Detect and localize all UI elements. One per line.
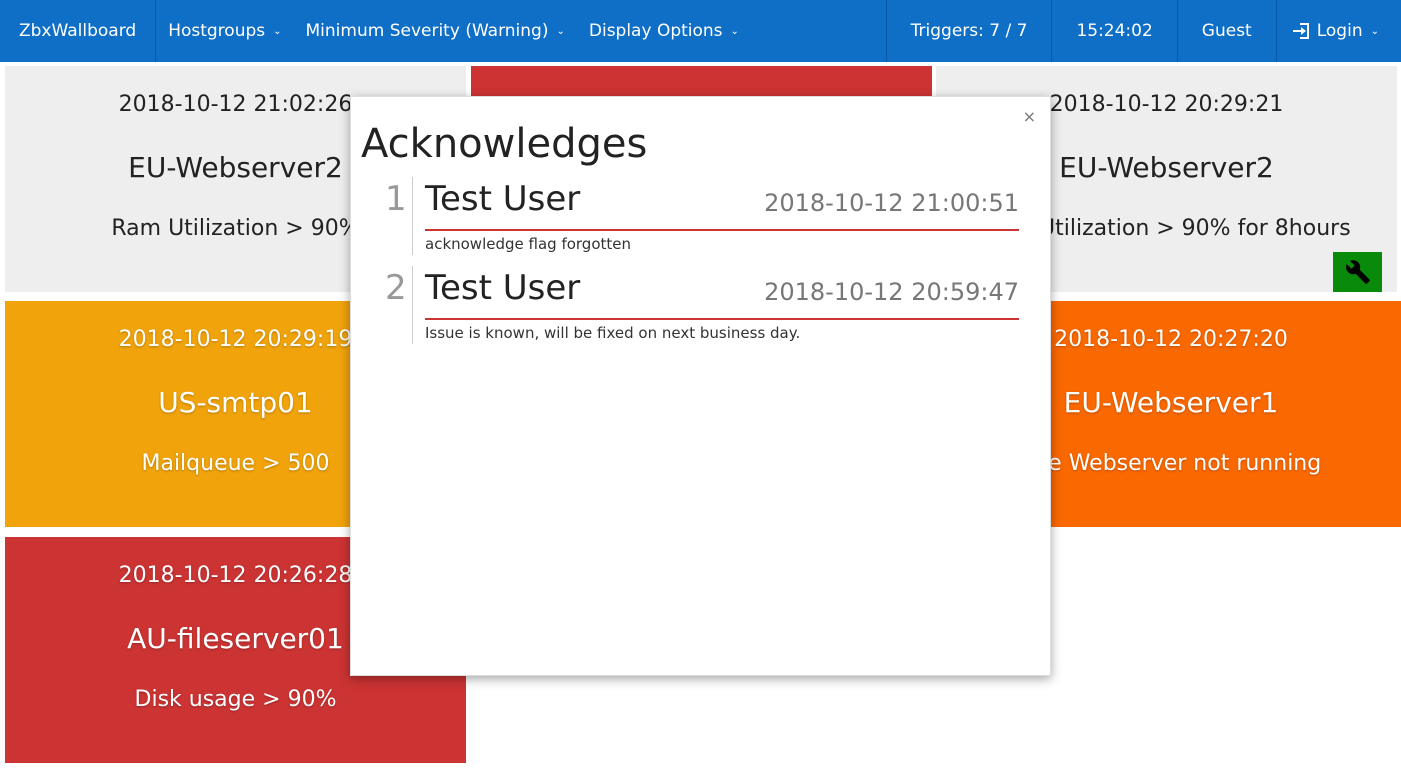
brand-link[interactable]: ZbxWallboard: [0, 0, 157, 62]
modal-title: Acknowledges: [361, 121, 648, 167]
triggers-count: Triggers: 7 / 7: [885, 0, 1052, 62]
acknowledges-modal: × Acknowledges 1 Test User 2018-10-12 21…: [350, 96, 1051, 676]
ack-number: 2: [385, 268, 407, 308]
divider: [425, 318, 1019, 320]
login-menu[interactable]: Login ⌄: [1275, 0, 1401, 62]
ack-date: 2018-10-12 20:59:47: [764, 278, 1019, 306]
divider: [412, 177, 413, 255]
ack-message: acknowledge flag forgotten: [425, 235, 632, 253]
chevron-down-icon: ⌄: [556, 25, 565, 37]
clock: 15:24:02: [1051, 0, 1176, 62]
list-item: 2 Test User 2018-10-12 20:59:47 Issue is…: [375, 266, 1019, 355]
login-icon: [1292, 23, 1309, 39]
ack-user: Test User: [425, 179, 581, 219]
close-icon[interactable]: ×: [1023, 107, 1036, 126]
hostgroups-label: Hostgroups: [168, 21, 266, 41]
tile-description: Disk usage > 90%: [134, 687, 337, 712]
minimum-severity-label: Minimum Severity (Warning): [305, 21, 549, 41]
wrench-glyph: [1345, 260, 1370, 284]
minimum-severity-menu[interactable]: Minimum Severity (Warning) ⌄: [294, 0, 577, 62]
wrench-icon[interactable]: [1333, 252, 1382, 292]
chevron-down-icon: ⌄: [273, 25, 282, 37]
display-options-label: Display Options: [588, 21, 723, 41]
current-user: Guest: [1176, 0, 1276, 62]
divider: [412, 266, 413, 344]
hostgroups-menu[interactable]: Hostgroups ⌄: [156, 0, 293, 62]
login-label: Login: [1316, 21, 1363, 41]
ack-number: 1: [385, 179, 407, 219]
display-options-menu[interactable]: Display Options ⌄: [577, 0, 751, 62]
divider: [425, 229, 1019, 231]
acknowledge-list: 1 Test User 2018-10-12 21:00:51 acknowle…: [375, 177, 1019, 355]
navbar-right: Triggers: 7 / 7 15:24:02 Guest Login ⌄: [885, 0, 1401, 62]
ack-date: 2018-10-12 21:00:51: [764, 189, 1019, 217]
chevron-down-icon: ⌄: [1370, 25, 1379, 37]
list-item: 1 Test User 2018-10-12 21:00:51 acknowle…: [375, 177, 1019, 266]
ack-user: Test User: [425, 268, 581, 308]
top-navbar: ZbxWallboard Hostgroups ⌄ Minimum Severi…: [0, 0, 1401, 62]
chevron-down-icon: ⌄: [730, 25, 739, 37]
ack-message: Issue is known, will be fixed on next bu…: [425, 324, 801, 342]
